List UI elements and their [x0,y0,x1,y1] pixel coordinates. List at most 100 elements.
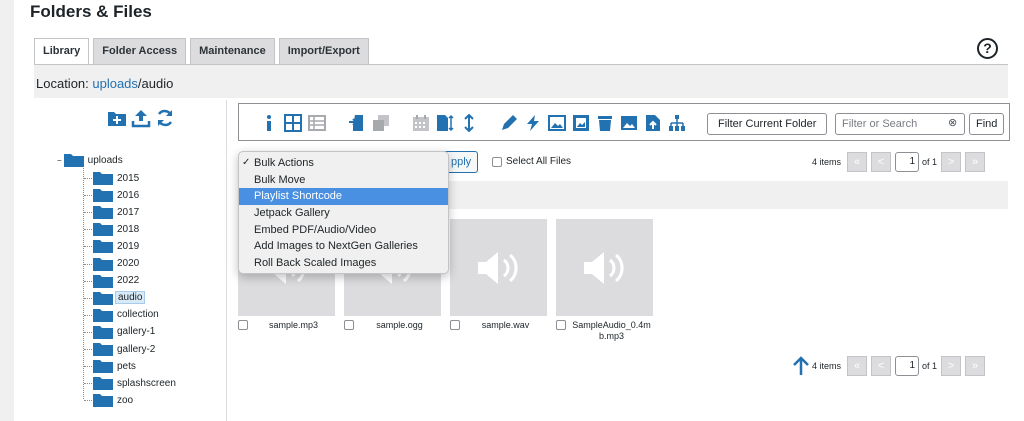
location-link-uploads[interactable]: uploads [92,76,138,91]
grid-view-icon[interactable] [283,113,303,133]
tree-node-label: 2015 [117,172,140,184]
tree-node-label: gallery-2 [117,343,156,355]
tree-node-label: 2019 [117,240,140,252]
tree-node-splashscreen[interactable]: splashscreen [93,375,178,391]
folder-icon [93,308,113,322]
trash-icon[interactable] [595,113,615,133]
tree-tools [107,108,175,133]
upload-icon[interactable] [131,108,151,133]
file-caption: sample.wav [450,320,547,331]
image-replace-icon[interactable] [571,113,591,133]
last-page-button[interactable]: » [965,356,986,376]
folder-icon [93,343,113,356]
sort-file-icon[interactable] [435,113,455,133]
file-upload-icon[interactable] [643,113,663,133]
lightning-icon[interactable] [523,113,543,133]
tab-import-export[interactable]: Import/Export [278,38,369,65]
calendar-icon[interactable] [411,113,431,133]
file-checkbox[interactable] [450,320,460,330]
folder-icon [93,172,113,185]
page-number-input[interactable]: 1 [895,356,920,376]
copy-file-icon[interactable] [371,113,391,133]
tree-node-2018[interactable]: 2018 [93,221,141,237]
search-input[interactable] [836,114,946,134]
filter-current-folder-button[interactable]: Filter Current Folder [707,113,828,135]
edit-pencil-icon[interactable] [499,113,519,133]
first-page-button[interactable]: « [847,152,868,172]
page-of-label: of 1 [922,157,938,167]
folder-tree-panel: − uploads 2015 2016 2017 2018 2019 2020 2022 audi… [47,100,227,421]
tree-node-audio[interactable]: audio [93,290,146,306]
tree-node-pets[interactable]: pets [93,358,138,374]
tree-node-collection[interactable]: collection [93,307,161,323]
file-checkbox[interactable] [238,320,248,330]
bulk-action-option[interactable]: Add Images to NextGen Galleries [239,238,448,255]
folder-icon [93,257,113,271]
next-page-button[interactable]: > [941,152,962,172]
tab-maintenance[interactable]: Maintenance [190,38,275,65]
tree-node-2022[interactable]: 2022 [93,273,141,289]
next-page-button[interactable]: > [941,356,962,376]
gallery-icon[interactable] [619,113,639,133]
file-caption: SampleAudio_0.4m b.mp3 [556,320,653,342]
tree-node-gallery-2[interactable]: gallery-2 [93,341,157,357]
info-icon[interactable] [259,113,279,133]
tab-library[interactable]: Library [34,38,90,66]
bulk-action-option[interactable]: Bulk Move [239,172,448,189]
sort-arrows-icon[interactable] [459,113,479,133]
file-caption: sample.mp3 [238,320,335,331]
tree-node-2017[interactable]: 2017 [93,204,141,220]
file-caption: sample.ogg [344,320,441,331]
select-all-checkbox[interactable] [492,156,502,167]
folder-icon [63,154,84,167]
tree-node-zoo[interactable]: zoo [93,392,135,408]
bulk-actions-dropdown[interactable]: Bulk ActionsBulk MovePlaylist ShortcodeJ… [238,151,449,274]
last-page-button[interactable]: » [965,152,986,172]
file-thumbnail[interactable] [450,219,547,316]
tree-node-label: audio [115,291,146,305]
refresh-icon[interactable] [155,108,175,133]
first-page-button[interactable]: « [847,356,868,376]
tree-node-2020[interactable]: 2020 [93,256,141,272]
find-button[interactable]: Find [969,113,1005,135]
tree-node-2016[interactable]: 2016 [93,187,141,203]
tree-node-uploads[interactable]: − uploads [57,152,125,168]
file-checkbox[interactable] [556,320,566,330]
tree-node-2019[interactable]: 2019 [93,238,141,254]
prev-page-button[interactable]: < [871,356,892,376]
select-all[interactable]: Select All Files [492,156,571,167]
page-number-input[interactable]: 1 [895,152,920,172]
tree-node-label: collection [117,309,159,321]
location-current: /audio [137,76,174,91]
tab-bar: Library Folder Access Maintenance Import… [34,38,373,66]
bulk-action-option[interactable]: Playlist Shortcode [239,188,448,206]
location-prefix: Location: [36,76,93,91]
bulk-action-option[interactable]: Embed PDF/Audio/Video [239,222,448,239]
folder-icon [93,377,113,391]
sitemap-icon[interactable] [667,113,687,133]
media-toolbar: Filter Current Folder ⊗ Find [238,103,1010,141]
image-icon[interactable] [547,113,567,133]
tree-node-2015[interactable]: 2015 [93,170,141,186]
bulk-action-option[interactable]: Roll Back Scaled Images [239,255,448,272]
tab-folder-access[interactable]: Folder Access [93,38,187,65]
tree-node-label: splashscreen [117,377,176,389]
collapse-icon[interactable]: − [57,156,62,165]
pagination-bottom: 4 items « < 1 of 1 > » [812,355,989,377]
item-count: 4 items [812,157,842,167]
search-box: ⊗ [835,113,965,135]
file-thumbnail[interactable] [556,219,653,316]
help-icon[interactable]: ? [977,38,998,59]
list-view-icon[interactable] [307,113,327,133]
file-checkbox[interactable] [344,320,354,330]
add-folder-icon[interactable] [107,108,127,133]
tree-node-label: uploads [87,154,123,166]
move-file-icon[interactable] [347,113,367,133]
bulk-action-option[interactable]: Bulk Actions [239,155,448,172]
bulk-action-option[interactable]: Jetpack Gallery [239,205,448,222]
folder-icon [93,240,113,254]
tree-node-gallery-1[interactable]: gallery-1 [93,324,157,340]
prev-page-button[interactable]: < [871,152,892,172]
clear-search-icon[interactable]: ⊗ [948,117,960,129]
scroll-top-arrow-icon[interactable] [792,356,810,376]
